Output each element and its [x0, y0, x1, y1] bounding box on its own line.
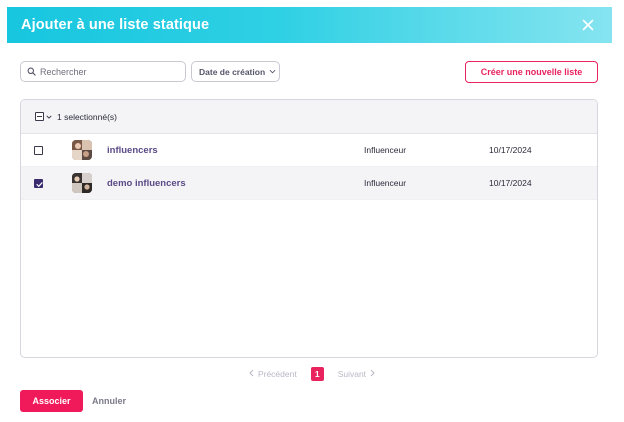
cancel-button[interactable]: Annuler: [92, 390, 126, 412]
avatar: [72, 140, 92, 160]
chevron-left-icon: [249, 369, 258, 379]
add-to-static-list-modal: Ajouter à une liste statique Date de cré…: [0, 0, 624, 422]
sort-dropdown[interactable]: Date de création: [191, 61, 280, 82]
selected-count: 1 selectionné(s): [57, 111, 118, 122]
table-row[interactable]: demo influencers Influenceur 10/17/2024: [21, 167, 597, 200]
search-icon: [27, 63, 36, 81]
avatar: [72, 173, 92, 193]
chevron-right-icon: [366, 369, 375, 379]
bulk-select-checkbox[interactable]: [35, 112, 44, 121]
current-page[interactable]: 1: [310, 367, 324, 381]
search-box[interactable]: [20, 61, 186, 82]
close-icon[interactable]: [580, 17, 596, 33]
next-page-button[interactable]: Suivant: [338, 369, 375, 379]
row-checkbox-checked[interactable]: [34, 178, 43, 188]
table-row[interactable]: influencers Influenceur 10/17/2024: [21, 134, 597, 167]
list-date: 10/17/2024: [489, 145, 532, 155]
list-name-link[interactable]: demo influencers: [107, 178, 186, 189]
search-input[interactable]: [40, 66, 180, 77]
previous-page-button[interactable]: Précédent: [249, 369, 297, 379]
list-name-link[interactable]: influencers: [107, 145, 158, 156]
pagination: Précédent 1 Suivant: [0, 366, 624, 382]
list-date: 10/17/2024: [489, 178, 532, 188]
chevron-down-icon: [269, 69, 276, 74]
associate-button[interactable]: Associer: [20, 390, 83, 412]
list-type: Influenceur: [364, 145, 407, 155]
previous-page-label: Précédent: [257, 369, 297, 379]
create-new-list-button[interactable]: Créer une nouvelle liste: [465, 61, 598, 83]
sort-label: Date de création: [199, 66, 266, 77]
list-type: Influenceur: [364, 178, 407, 188]
modal-title: Ajouter à une liste statique: [21, 17, 210, 33]
lists-table: 1 selectionné(s) influencers Influenceur…: [20, 99, 598, 358]
row-checkbox[interactable]: [34, 145, 43, 155]
table-header: 1 selectionné(s): [21, 100, 597, 134]
chevron-down-icon[interactable]: [46, 115, 52, 119]
modal-header: Ajouter à une liste statique: [7, 7, 612, 43]
next-page-label: Suivant: [337, 369, 367, 379]
